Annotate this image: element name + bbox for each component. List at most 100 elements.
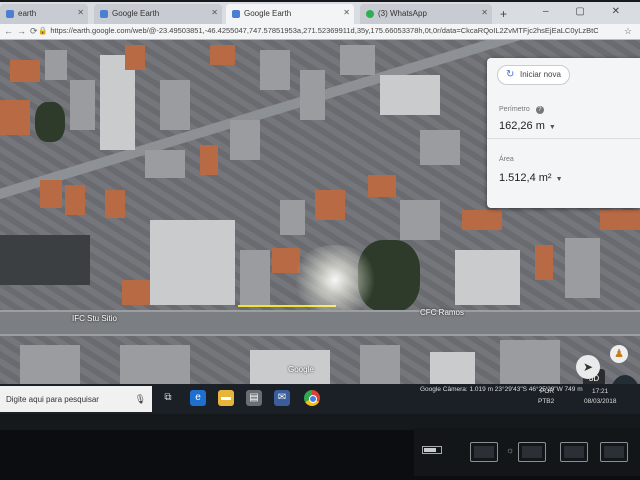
building [230, 120, 260, 160]
laptop-mode-icon[interactable] [470, 442, 498, 462]
microphone-icon[interactable]: 🎙 [135, 394, 146, 405]
building [10, 60, 40, 82]
tent-mode-icon[interactable] [518, 442, 546, 462]
building [45, 50, 67, 80]
building [145, 150, 185, 178]
building [565, 238, 600, 298]
window-controls[interactable]: – ▢ ✕ [543, 6, 632, 17]
building [0, 100, 30, 135]
unit-dropdown-icon[interactable]: ▼ [556, 176, 563, 183]
perimeter-label-text: Perímetro [499, 106, 530, 113]
earth-icon [100, 10, 108, 18]
tablet-mode-icon[interactable] [560, 442, 588, 462]
earth-status-bar: Google Câmera: 1.019 m 23°29'43"S 46°25'… [420, 386, 583, 393]
restart-label: Iniciar nova [520, 70, 561, 79]
monitor-touch-controls: ☼ [414, 428, 640, 476]
file-explorer-icon[interactable]: ▬ [218, 390, 234, 406]
battery-icon [422, 446, 442, 454]
building [200, 145, 218, 175]
building [400, 200, 440, 240]
street-view-pegman-icon[interactable]: ♟ [610, 345, 628, 363]
building [360, 345, 400, 385]
new-tab-button[interactable]: + [500, 7, 507, 21]
address-bar: ←→⟳ 🔒 https://earth.google.com/web/@-23.4… [0, 24, 640, 40]
building [40, 180, 62, 208]
road-label-right: CFC Ramos [420, 308, 465, 317]
tab-google-earth-1[interactable]: Google Earth ✕ [94, 4, 222, 24]
monitor-screen: earth ✕ Google Earth ✕ Google Earth ✕ (3… [0, 0, 640, 430]
close-icon[interactable]: ✕ [481, 8, 488, 17]
browser-tab-bar: earth ✕ Google Earth ✕ Google Earth ✕ (3… [0, 2, 640, 24]
building [420, 130, 460, 165]
building [340, 45, 375, 75]
clock-date[interactable]: 08/03/2018 [584, 398, 617, 405]
building [535, 245, 553, 280]
whatsapp-icon [366, 10, 374, 18]
building [120, 345, 190, 385]
restart-icon: ↻ [506, 69, 515, 80]
building [122, 280, 150, 305]
measure-panel: ↻ Iniciar nova Perímetro? 162,26 m ▼ Área… [487, 58, 640, 208]
earth-icon [232, 10, 240, 18]
url-field[interactable]: 🔒 https://earth.google.com/web/@-23.49503… [38, 26, 598, 35]
brightness-icon[interactable]: ☼ [506, 445, 514, 455]
building [125, 45, 145, 70]
building [455, 250, 520, 305]
mail-icon[interactable]: ✉ [274, 390, 290, 406]
close-icon[interactable]: ✕ [343, 8, 350, 17]
perimeter-label: Perímetro? [499, 106, 544, 114]
building [260, 50, 290, 90]
help-icon[interactable]: ? [535, 106, 544, 114]
area-value[interactable]: 1.512,4 m² ▼ [499, 172, 563, 184]
lock-icon: 🔒 [38, 26, 48, 35]
building [210, 45, 235, 65]
tab-label: earth [18, 9, 37, 18]
tab-label: Google Earth [244, 9, 292, 18]
navigation-buttons[interactable]: ←→⟳ [4, 26, 42, 37]
road-label-left: IFC Stu Sitio [72, 314, 117, 323]
google-watermark: Google [288, 365, 314, 374]
warehouse-building [150, 220, 235, 305]
tab-label: (3) WhatsApp [378, 9, 427, 18]
stand-mode-icon[interactable] [600, 442, 628, 462]
keyboard-layout[interactable]: PTB2 [538, 398, 554, 405]
edge-icon[interactable]: e [190, 390, 206, 406]
satellite-map[interactable]: IFC Stu Sitio CFC Ramos Google ↻ Iniciar… [0, 40, 640, 386]
shed-building [0, 235, 90, 285]
tab-google-earth-2[interactable]: Google Earth ✕ [226, 4, 354, 24]
building [280, 200, 305, 235]
start-new-measurement-button[interactable]: ↻ Iniciar nova [497, 65, 570, 85]
building [240, 250, 270, 305]
tab-label: Google Earth [112, 9, 160, 18]
building [368, 175, 396, 197]
area-label: Área [499, 156, 514, 163]
unit-dropdown-icon[interactable]: ▼ [549, 124, 556, 131]
building [300, 70, 325, 120]
task-view-icon[interactable]: ⧉ [160, 390, 176, 406]
perimeter-value-text: 162,26 m [499, 120, 545, 132]
building [430, 352, 475, 386]
building [600, 210, 640, 230]
store-icon[interactable]: ▤ [246, 390, 262, 406]
close-icon[interactable]: ✕ [211, 8, 218, 17]
bookmark-star-icon[interactable]: ☆ [624, 26, 632, 37]
compass-icon[interactable]: ➤ [576, 355, 600, 379]
tree-cluster [35, 102, 65, 142]
chrome-icon[interactable] [304, 390, 320, 406]
taskbar-search-input[interactable]: Digite aqui para pesquisar 🎙 [0, 386, 152, 412]
perimeter-value[interactable]: 162,26 m ▼ [499, 120, 556, 132]
tab-earth[interactable]: earth ✕ [0, 4, 88, 24]
building [105, 190, 125, 218]
building [160, 80, 190, 130]
tab-whatsapp[interactable]: (3) WhatsApp ✕ [360, 4, 492, 24]
search-placeholder: Digite aqui para pesquisar [6, 395, 99, 404]
building [380, 75, 440, 115]
close-icon[interactable]: ✕ [77, 8, 84, 17]
url-text: https://earth.google.com/web/@-23.495038… [50, 26, 598, 35]
building [500, 340, 560, 386]
building [462, 210, 502, 230]
earth-icon [6, 10, 14, 18]
building [65, 185, 85, 215]
building [315, 190, 345, 220]
building [70, 80, 95, 130]
